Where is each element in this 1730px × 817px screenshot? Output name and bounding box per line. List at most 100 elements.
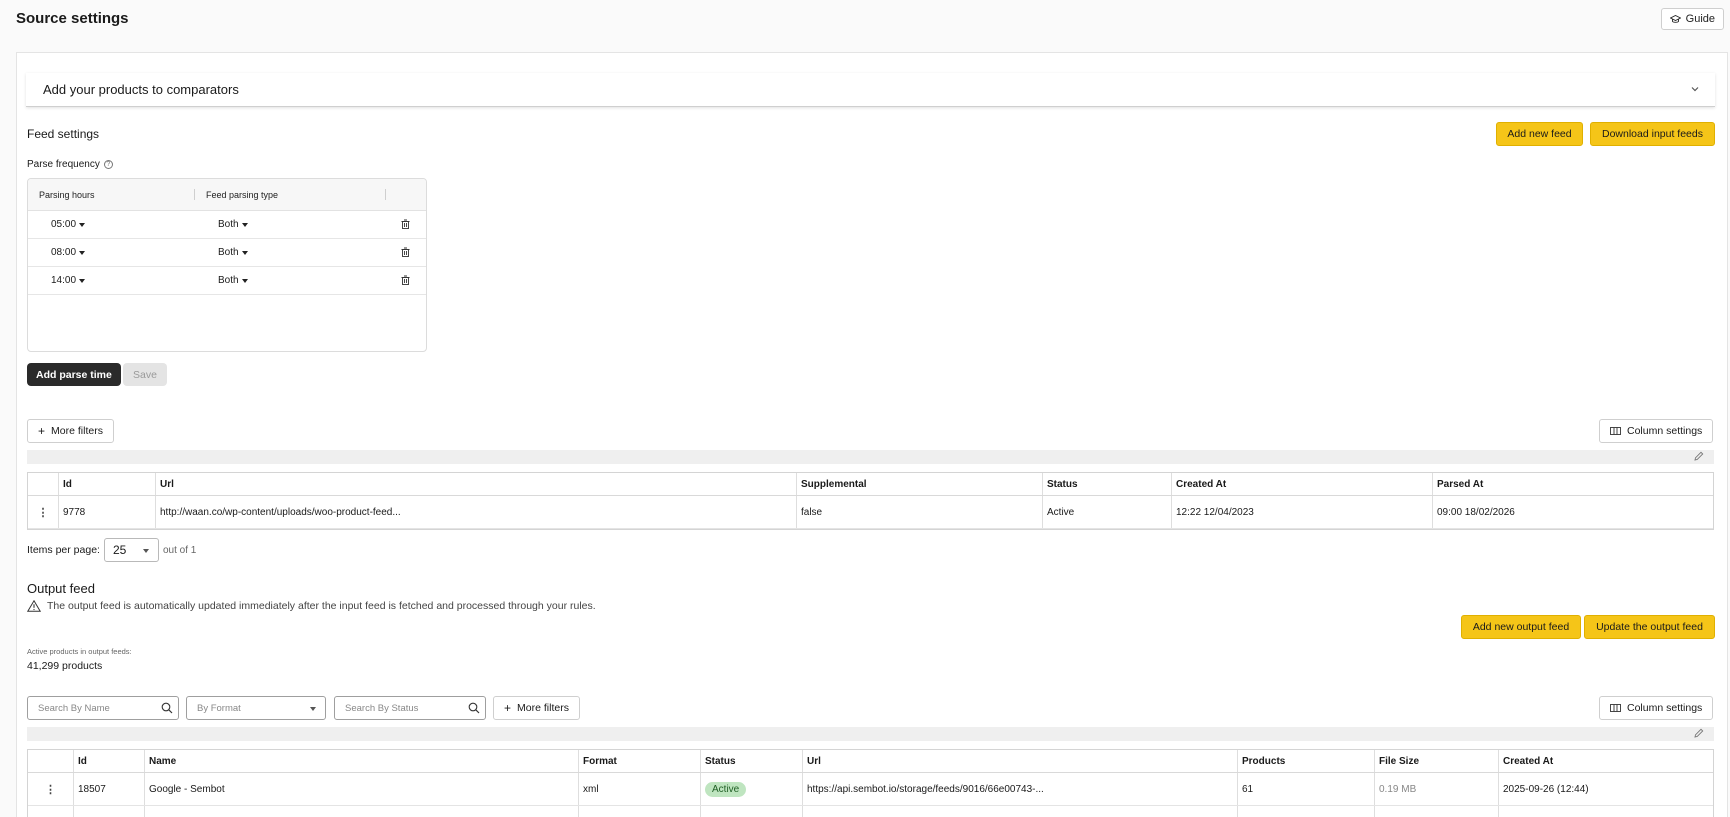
output-feed-title: Output feed — [27, 581, 95, 596]
add-new-output-feed-button[interactable]: Add new output feed — [1461, 615, 1581, 639]
notice-text: The output feed is automatically updated… — [47, 600, 596, 612]
cell-id: 18507 — [74, 773, 145, 805]
header-created-at[interactable]: Created At — [1172, 473, 1433, 495]
trash-icon[interactable] — [401, 219, 410, 229]
table-toolbar-strip — [27, 450, 1714, 464]
parse-hour-select[interactable]: 08:00 — [51, 247, 86, 258]
caret-down-icon — [79, 250, 86, 255]
caret-down-icon — [241, 222, 248, 227]
output-more-filters-button[interactable]: + More filters — [493, 696, 580, 720]
more-filters-button[interactable]: + More filters — [27, 419, 114, 443]
cell-file-size: 0.19 MB — [1375, 773, 1499, 805]
row-menu-icon[interactable]: ⋮ — [28, 773, 74, 805]
output-feeds-table: Id Name Format Status Url Products File … — [27, 749, 1714, 817]
header-parsing-hours: Parsing hours — [39, 190, 95, 200]
parse-row: 08:00 Both — [28, 239, 426, 267]
parse-type-select[interactable]: Both — [218, 275, 248, 286]
parse-frequency-table: Parsing hours Feed parsing type 05:00 Bo… — [27, 178, 427, 352]
parse-hour-select[interactable]: 14:00 — [51, 275, 86, 286]
pencil-icon[interactable] — [1694, 451, 1704, 461]
page-title: Source settings — [16, 10, 129, 27]
save-button[interactable]: Save — [123, 363, 167, 386]
header-status[interactable]: Status — [701, 750, 803, 772]
parse-type-value: Both — [218, 275, 239, 286]
plus-icon: + — [504, 701, 512, 715]
parse-hour-select[interactable]: 05:00 — [51, 219, 86, 230]
header-products[interactable]: Products — [1238, 750, 1375, 772]
table-header: Id Url Supplemental Status Created At Pa… — [28, 473, 1713, 496]
output-table-toolbar-strip — [27, 727, 1714, 741]
cell-created-at: 2025-09-26 (12:44) — [1503, 783, 1589, 795]
output-feed-notice: The output feed is automatically updated… — [27, 600, 596, 612]
trash-icon[interactable] — [401, 275, 410, 285]
table-row[interactable]: ⋮ 18507 Google - Sembot xml Active https… — [28, 773, 1713, 806]
parse-type-value: Both — [218, 247, 239, 258]
header-parsed-at[interactable]: Parsed At — [1433, 473, 1713, 495]
parse-frequency-label: Parse frequency ? — [27, 159, 113, 170]
pencil-icon[interactable] — [1694, 728, 1704, 738]
caret-down-icon — [142, 549, 149, 553]
search-icon — [468, 702, 480, 714]
header-feed-parsing-type: Feed parsing type — [206, 190, 279, 200]
column-settings-button[interactable]: Column settings — [1599, 419, 1714, 443]
input-feeds-table: Id Url Supplemental Status Created At Pa… — [27, 472, 1714, 530]
active-products-label: Active products in output feeds: — [27, 647, 132, 656]
caret-down-icon — [79, 278, 86, 283]
output-column-settings-button[interactable]: Column settings — [1599, 696, 1714, 720]
cell-supplemental: false — [797, 496, 1043, 528]
parse-type-value: Both — [218, 219, 239, 230]
add-new-feed-button[interactable]: Add new feed — [1496, 122, 1583, 146]
guide-button[interactable]: Guide — [1660, 8, 1724, 30]
items-per-page-label: Items per page: — [27, 544, 100, 556]
pagination: Items per page: 25 out of 1 — [27, 538, 196, 562]
parse-type-select[interactable]: Both — [218, 219, 248, 230]
more-filters-label: More filters — [517, 702, 569, 714]
table-header: Id Name Format Status Url Products File … — [28, 750, 1713, 773]
update-output-feed-button[interactable]: Update the output feed — [1584, 615, 1715, 639]
parse-hour-value: 08:00 — [51, 247, 77, 258]
products-count: 41,299 products — [27, 660, 103, 672]
header-supplemental[interactable]: Supplemental — [797, 473, 1043, 495]
download-input-feeds-button[interactable]: Download input feeds — [1590, 122, 1715, 146]
table-row[interactable] — [28, 806, 1713, 817]
header-name[interactable]: Name — [145, 750, 579, 772]
header-status[interactable]: Status — [1043, 473, 1172, 495]
items-per-page-select[interactable]: 25 — [103, 538, 159, 562]
cell-name: Google - Sembot — [145, 773, 579, 805]
table-row[interactable]: ⋮ 9778 http://waan.co/wp-content/uploads… — [28, 496, 1713, 529]
guide-label: Guide — [1685, 13, 1715, 25]
header-format[interactable]: Format — [579, 750, 701, 772]
row-menu-icon[interactable]: ⋮ — [28, 496, 59, 528]
caret-down-icon — [241, 250, 248, 255]
trash-icon[interactable] — [401, 247, 410, 257]
feed-settings-title: Feed settings — [27, 127, 100, 141]
cell-url[interactable]: http://waan.co/wp-content/uploads/woo-pr… — [156, 496, 797, 528]
comparators-accordion[interactable]: Add your products to comparators — [26, 73, 1715, 107]
items-per-page-value: 25 — [112, 543, 127, 557]
search-name-placeholder: Search By Name — [38, 702, 110, 714]
header-id[interactable]: Id — [74, 750, 145, 772]
parse-row: 14:00 Both — [28, 267, 426, 295]
parse-row: 05:00 Both — [28, 211, 426, 239]
cell-status: Active — [701, 773, 803, 805]
add-parse-time-button[interactable]: Add parse time — [27, 363, 121, 386]
search-icon — [161, 702, 173, 714]
header-url[interactable]: Url — [803, 750, 1238, 772]
plus-icon: + — [38, 424, 46, 438]
parse-hour-value: 14:00 — [51, 275, 77, 286]
header-url[interactable]: Url — [156, 473, 797, 495]
search-by-name-input[interactable]: Search By Name — [27, 696, 179, 720]
caret-down-icon — [79, 222, 86, 227]
cell-created-at: 12:22 12/04/2023 — [1172, 496, 1433, 528]
format-select[interactable]: By Format — [186, 696, 326, 720]
search-by-status-input[interactable]: Search By Status — [334, 696, 486, 720]
header-file-size[interactable]: File Size — [1375, 750, 1499, 772]
column-settings-label: Column settings — [1627, 702, 1703, 714]
cell-url[interactable]: https://api.sembot.io/storage/feeds/9016… — [803, 773, 1238, 805]
help-icon[interactable]: ? — [103, 160, 113, 169]
parse-type-select[interactable]: Both — [218, 247, 248, 258]
graduation-cap-icon — [1669, 14, 1681, 23]
format-placeholder: By Format — [197, 702, 241, 714]
header-created-at[interactable]: Created At — [1499, 750, 1713, 772]
header-id[interactable]: Id — [59, 473, 156, 495]
